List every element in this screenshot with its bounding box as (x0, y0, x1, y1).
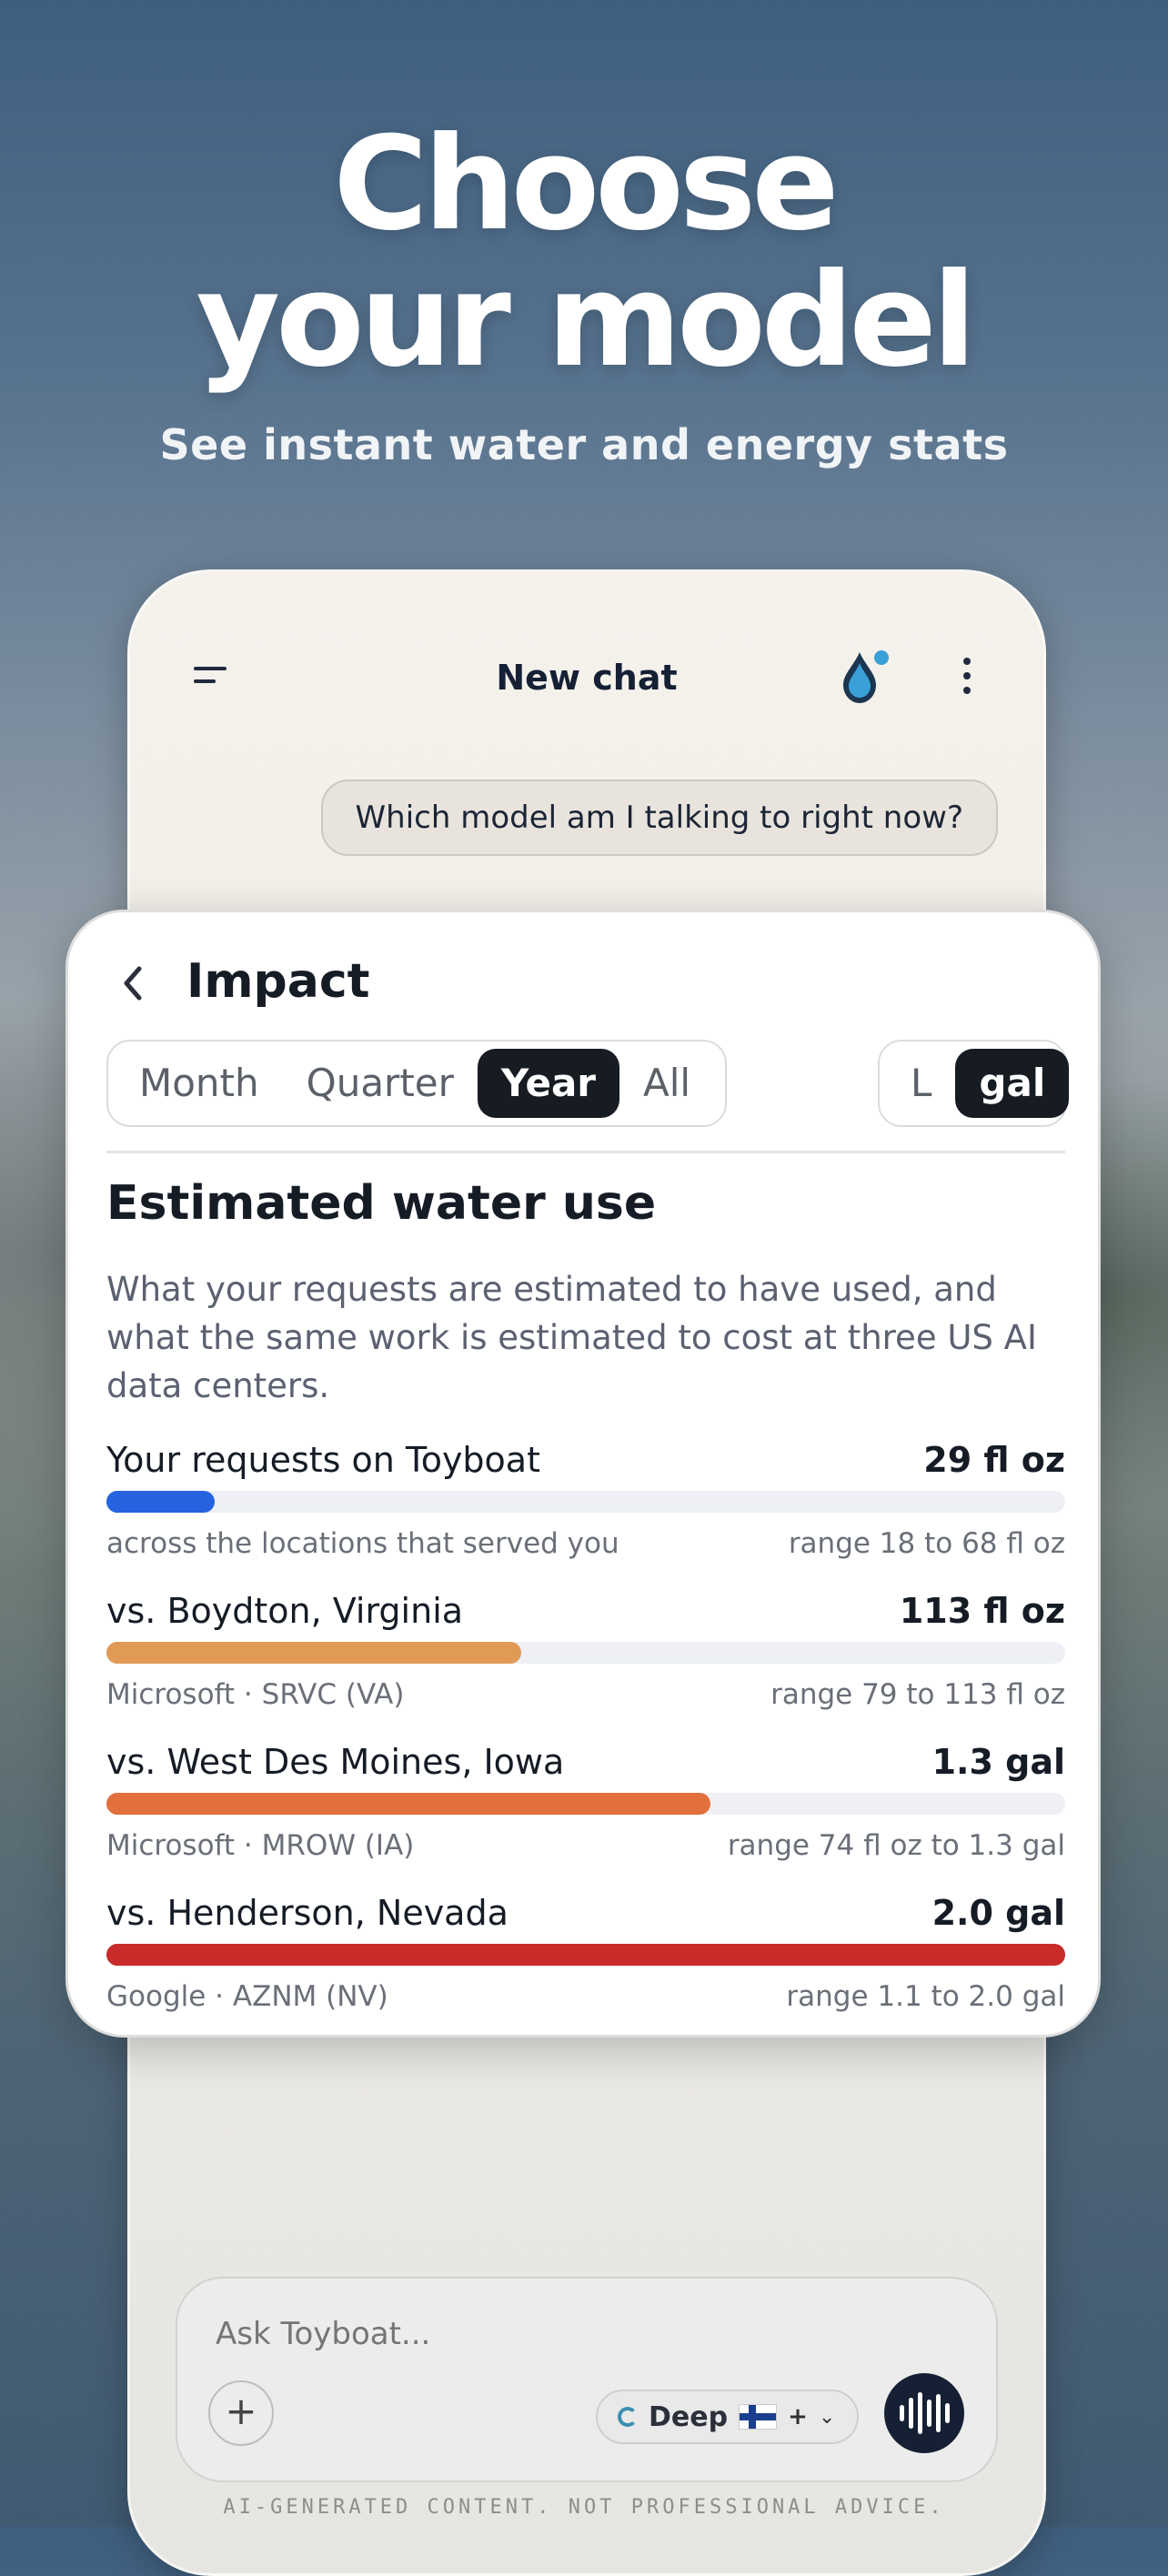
row-bar-track (106, 1642, 1065, 1664)
row-range: range 74 fl oz to 1.3 gal (727, 1829, 1065, 1862)
period-selector: Month Quarter Year All (106, 1040, 727, 1127)
row-value: 29 fl oz (923, 1440, 1065, 1480)
row-bar-track (106, 1491, 1065, 1513)
unit-option-gallons[interactable]: gal (955, 1049, 1070, 1118)
model-plus: + (788, 2403, 808, 2430)
model-selector[interactable]: Deep + ⌄ (596, 2390, 860, 2444)
row-bar-track (106, 1944, 1065, 1966)
row-bar-track (106, 1793, 1065, 1815)
row-value: 113 fl oz (899, 1591, 1065, 1631)
attach-plus-button[interactable]: + (208, 2380, 274, 2446)
row-bar-fill (106, 1793, 711, 1815)
row-subtitle: Google · AZNM (NV) (106, 1980, 388, 2013)
row-name: vs. Boydton, Virginia (106, 1591, 464, 1631)
hero-title-line1: Choose (333, 109, 839, 259)
period-option-month[interactable]: Month (116, 1049, 283, 1118)
row-name: vs. Henderson, Nevada (106, 1893, 508, 1933)
period-option-quarter[interactable]: Quarter (283, 1049, 478, 1118)
row-subtitle: across the locations that served you (106, 1527, 619, 1560)
row-bar-fill (106, 1491, 216, 1513)
row-name: vs. West Des Moines, Iowa (106, 1742, 565, 1782)
row-bar-fill (106, 1642, 522, 1664)
divider (106, 1151, 1065, 1153)
model-label: Deep (649, 2400, 729, 2433)
chevron-down-icon: ⌄ (818, 2405, 836, 2429)
chat-composer: + Deep + ⌄ (176, 2277, 998, 2482)
row-name: Your requests on Toyboat (106, 1440, 540, 1480)
chat-input[interactable] (214, 2315, 854, 2353)
user-message-bubble: Which model am I talking to right now? (320, 780, 998, 856)
period-option-all[interactable]: All (619, 1049, 714, 1118)
section-description: What your requests are estimated to have… (106, 1270, 1037, 1405)
voice-button[interactable] (884, 2373, 964, 2453)
row-value: 1.3 gal (931, 1742, 1065, 1782)
more-options-icon[interactable] (958, 658, 976, 698)
row-bar-fill (106, 1944, 1065, 1966)
row-subtitle: Microsoft · MROW (IA) (106, 1829, 415, 1862)
unit-selector: L gal (878, 1040, 1070, 1127)
hero-subtitle: See instant water and energy stats (159, 420, 1009, 469)
row-range: range 79 to 113 fl oz (770, 1678, 1065, 1711)
row-subtitle: Microsoft · SRVC (VA) (106, 1678, 405, 1711)
unit-option-liters[interactable]: L (887, 1049, 955, 1118)
hero-title: Choose your model (0, 116, 1168, 389)
hero-title-line2: your model (196, 246, 977, 396)
chat-title: New chat (496, 658, 678, 698)
disclaimer: AI-GENERATED CONTENT. NOT PROFESSIONAL A… (223, 2496, 945, 2519)
period-option-year[interactable]: Year (477, 1049, 620, 1118)
back-chevron-icon[interactable] (116, 956, 152, 1011)
impact-title: Impact (186, 954, 370, 1009)
finland-flag-icon (739, 2404, 778, 2430)
row-value: 2.0 gal (931, 1893, 1065, 1933)
section-title: Estimated water use (106, 1176, 657, 1231)
row-range: range 18 to 68 fl oz (788, 1527, 1065, 1560)
waveform-icon (899, 2405, 904, 2421)
row-range: range 1.1 to 2.0 gal (786, 1980, 1065, 2013)
loading-ring-icon (618, 2407, 638, 2427)
water-drop-icon[interactable] (838, 643, 892, 707)
impact-sheet: Impact Month Quarter Year All L gal Esti… (65, 910, 1101, 2038)
